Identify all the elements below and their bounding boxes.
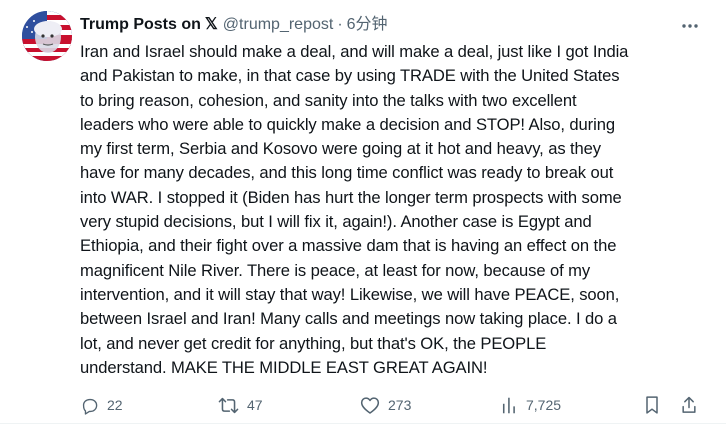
display-name[interactable]: Trump Posts on <box>80 14 201 36</box>
tweet-card[interactable]: Trump Posts on 𝕏 @trump_repost · 6分钟 Ira… <box>0 0 726 424</box>
tweet-text: Iran and Israel should make a deal, and … <box>80 42 629 377</box>
reply-count: 22 <box>107 397 123 413</box>
action-bar: 22 47 273 7,725 <box>80 394 710 416</box>
x-logo-icon: 𝕏 <box>204 16 218 33</box>
avatar[interactable] <box>22 11 72 61</box>
share-icon <box>682 396 696 413</box>
like-button[interactable]: 273 <box>360 394 411 416</box>
timestamp[interactable]: 6分钟 <box>347 14 388 36</box>
reply-button[interactable]: 22 <box>80 394 123 416</box>
user-handle[interactable]: @trump_repost <box>223 14 334 36</box>
views-count: 7,725 <box>526 397 562 413</box>
reply-icon <box>82 398 98 415</box>
repost-icon <box>218 397 239 413</box>
views-chart-icon <box>502 397 515 413</box>
views-button[interactable]: 7,725 <box>500 394 561 416</box>
more-options-button[interactable] <box>680 16 700 36</box>
share-button[interactable] <box>680 394 698 416</box>
repost-button[interactable]: 47 <box>218 394 263 416</box>
separator-dot: · <box>337 16 343 33</box>
bookmark-icon <box>646 396 658 414</box>
tweet-header: Trump Posts on 𝕏 @trump_repost · 6分钟 <box>80 14 388 36</box>
avatar-flag-portrait-icon <box>22 11 72 61</box>
heart-icon <box>360 396 380 414</box>
like-count: 273 <box>388 397 412 413</box>
more-dots-icon <box>682 24 698 28</box>
bookmark-button[interactable] <box>643 394 661 416</box>
repost-count: 47 <box>247 397 263 413</box>
